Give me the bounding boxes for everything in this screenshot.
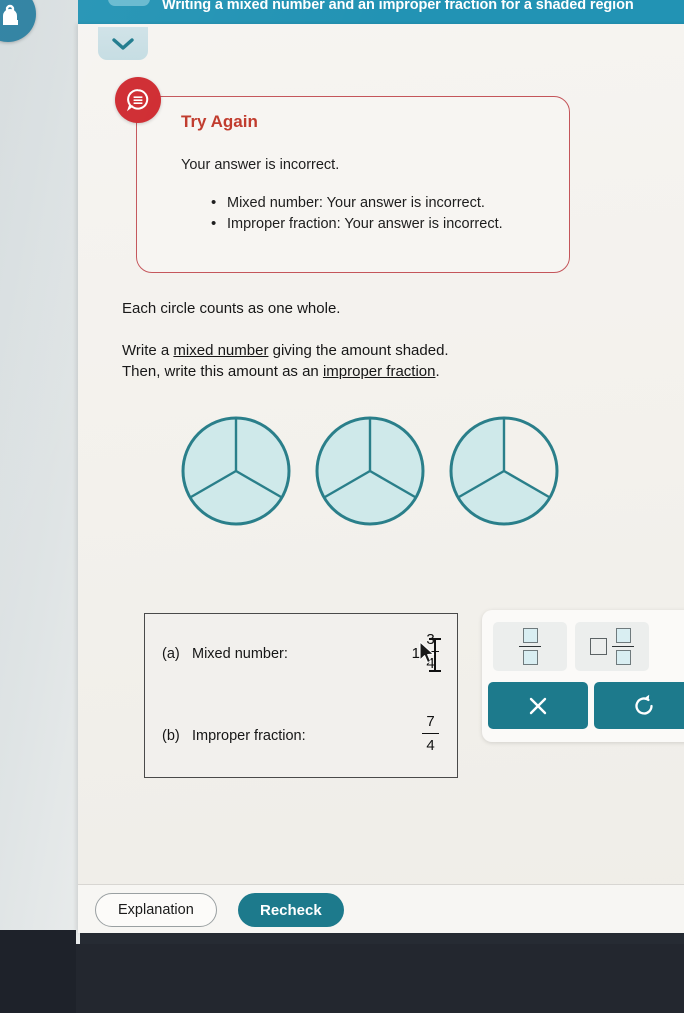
- circle-1: [181, 416, 291, 526]
- header-tab-pill[interactable]: [108, 0, 150, 6]
- answer-box: (a) Mixed number: 1 3 4 (b) Improper fra…: [144, 613, 458, 778]
- answer-row-letter: (b): [162, 728, 180, 744]
- mixed-number-link[interactable]: mixed number: [173, 342, 268, 359]
- fraction-bar: [422, 733, 439, 735]
- improper-fraction-denominator: 4: [426, 737, 435, 755]
- window-left-chrome: [0, 0, 80, 944]
- undo-button[interactable]: [594, 682, 684, 729]
- prompt-line-2-pre: Write a: [122, 342, 174, 359]
- template-square: [522, 649, 538, 665]
- mixed-number-template-icon: [590, 628, 634, 665]
- template-square-whole: [590, 638, 607, 655]
- exercise-footer: Explanation Recheck: [78, 884, 684, 933]
- mixed-number-template-button[interactable]: [575, 622, 649, 671]
- answer-row-improper-fraction: (b) Improper fraction: 7 4: [145, 714, 457, 760]
- fraction-template-icon: [519, 628, 541, 665]
- mixed-number-denominator: 4: [426, 655, 435, 673]
- x-icon: [529, 697, 547, 714]
- prompt-line-1: Each circle counts as one whole.: [122, 300, 341, 317]
- prompt-line-2-post: giving the amount shaded.: [268, 342, 449, 359]
- prompt-instructions: Write a mixed number giving the amount s…: [122, 340, 449, 382]
- undo-icon: [635, 694, 653, 715]
- answer-row-label: Mixed number:: [192, 646, 288, 662]
- alert-item-list: Mixed number: Your answer is incorrect. …: [211, 192, 503, 235]
- template-fraction: [612, 628, 634, 665]
- circle-2: [315, 416, 425, 526]
- improper-fraction-numerator: 7: [426, 713, 435, 730]
- prompt-line-3-pre: Then, write this amount as an: [122, 363, 323, 380]
- alert-body: Your answer is incorrect.: [181, 157, 340, 173]
- answer-row-mixed-number: (a) Mixed number: 1 3 4: [145, 632, 457, 678]
- try-again-alert: Try Again Your answer is incorrect. Mixe…: [115, 77, 570, 273]
- app-header: Writing a mixed number and an improper f…: [78, 0, 684, 24]
- mixed-number-fraction: 3 4: [422, 632, 439, 671]
- speech-bubble-icon: [115, 77, 161, 123]
- improper-fraction-input[interactable]: 7 4: [422, 714, 439, 753]
- shaded-circles-figure: [178, 412, 568, 532]
- mixed-number-input[interactable]: 1 3 4: [412, 632, 439, 671]
- template-fraction-bar: [519, 645, 541, 648]
- prompt-line-3-post: .: [435, 363, 440, 380]
- improper-fraction: 7 4: [422, 714, 439, 753]
- alert-title: Try Again: [181, 112, 258, 131]
- fraction-bar: [422, 651, 439, 653]
- alert-item: Improper fraction: Your answer is incorr…: [211, 213, 503, 235]
- template-square: [615, 628, 631, 644]
- answer-row-letter: (a): [162, 646, 180, 662]
- mixed-number-whole: 1: [411, 645, 420, 663]
- alert-item: Mixed number: Your answer is incorrect.: [211, 192, 503, 214]
- prompt-line-2: Write a mixed number giving the amount s…: [122, 340, 449, 361]
- chevron-down-icon[interactable]: [98, 27, 148, 60]
- prompt-line-3: Then, write this amount as an improper f…: [122, 361, 449, 382]
- math-keypad: [482, 610, 684, 742]
- template-square: [615, 649, 631, 665]
- template-square: [522, 628, 538, 644]
- mixed-number-numerator: 3: [426, 631, 435, 648]
- answer-row-label: Improper fraction:: [192, 728, 306, 744]
- screen-bezel-corner: [0, 930, 76, 1013]
- page-title: Writing a mixed number and an improper f…: [162, 0, 634, 13]
- clear-button[interactable]: [488, 682, 588, 729]
- explanation-button[interactable]: Explanation: [95, 893, 217, 927]
- template-fraction-bar: [612, 645, 634, 648]
- improper-fraction-link[interactable]: improper fraction: [323, 363, 436, 380]
- screen-bezel-bottom: [0, 944, 684, 1013]
- circle-3: [449, 416, 559, 526]
- fraction-template-button[interactable]: [493, 622, 567, 671]
- screen-photo: Writing a mixed number and an improper f…: [0, 0, 684, 1013]
- recheck-button[interactable]: Recheck: [238, 893, 344, 927]
